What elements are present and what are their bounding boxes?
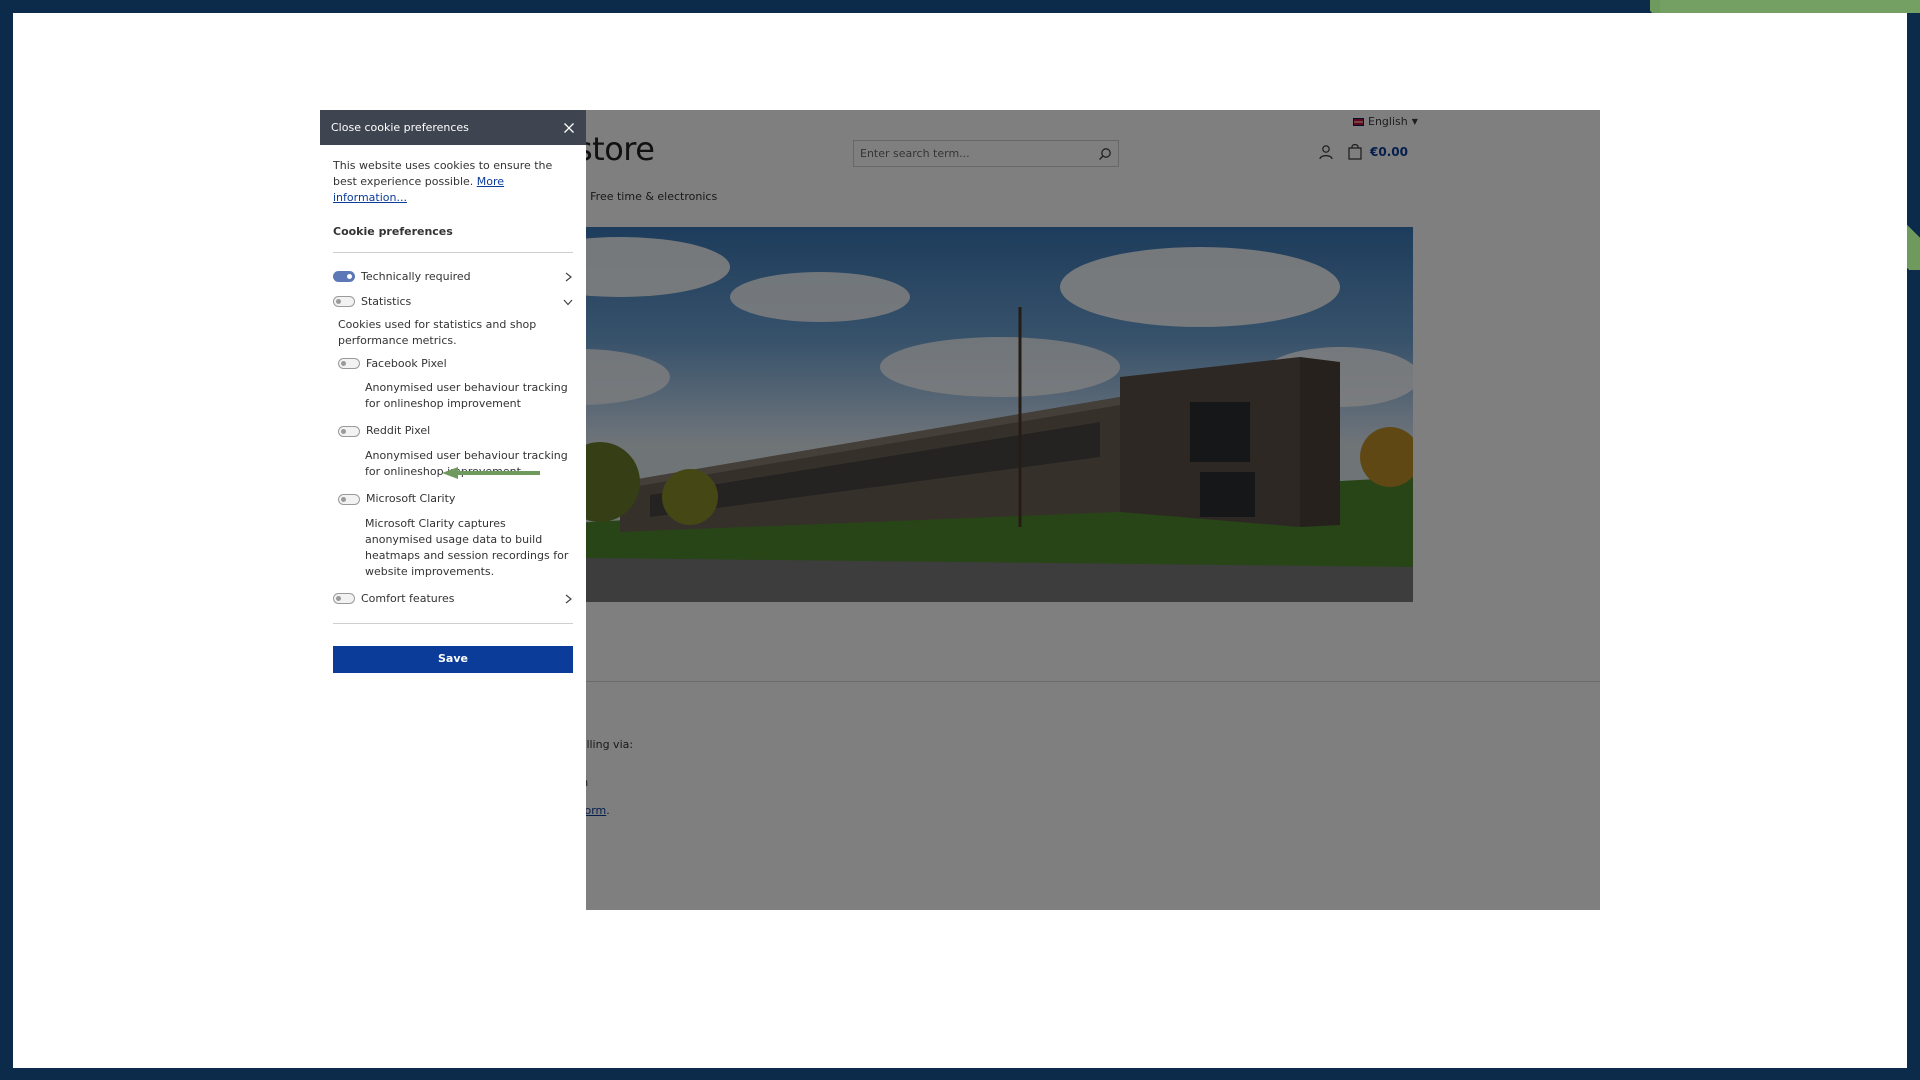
save-button[interactable]: Save: [333, 645, 573, 673]
cookie-item-label: Reddit Pixel: [366, 424, 431, 438]
technically-required-toggle[interactable]: [333, 271, 355, 283]
comfort-features-toggle[interactable]: [333, 593, 355, 605]
facebook-pixel-toggle[interactable]: [338, 357, 360, 369]
cookie-panel-title: Close cookie preferences: [331, 121, 469, 134]
cookie-item-description: Microsoft Clarity captures anonymised us…: [365, 517, 569, 578]
cookie-group-label: Comfort features: [361, 591, 455, 605]
frame-top-accent: [1660, 0, 1920, 13]
cookie-group-technically-required[interactable]: Technically required: [333, 269, 573, 285]
statistics-description: Cookies used for statistics and shop per…: [338, 317, 537, 347]
cookie-panel-header[interactable]: Close cookie preferences: [320, 110, 586, 145]
cookie-group-statistics[interactable]: Statistics: [333, 294, 573, 310]
microsoft-clarity-toggle[interactable]: [338, 493, 360, 505]
cookie-group-comfort-features[interactable]: Comfort features: [333, 591, 573, 607]
cookie-preferences-panel: Close cookie preferences This website us…: [320, 110, 586, 910]
cookie-item-facebook-pixel[interactable]: Facebook Pixel: [338, 356, 573, 372]
cookie-panel-body: This website uses cookies to ensure the …: [320, 145, 586, 686]
cookie-item-label: Microsoft Clarity: [366, 492, 456, 506]
chevron-right-icon[interactable]: [563, 272, 573, 282]
cookie-item-description: Anonymised user behaviour tracking for o…: [365, 381, 568, 411]
cookie-group-label: Statistics: [361, 294, 412, 308]
cookie-intro-text: This website uses cookies to ensure the …: [333, 159, 553, 188]
chevron-down-icon[interactable]: [563, 297, 573, 307]
statistics-toggle[interactable]: [333, 296, 355, 308]
cookie-item-reddit-pixel[interactable]: Reddit Pixel: [338, 423, 573, 439]
reddit-pixel-toggle[interactable]: [338, 425, 360, 437]
cookie-preferences-heading: Cookie preferences: [333, 224, 573, 253]
annotation-arrow-icon: [442, 467, 540, 479]
cookie-item-label: Facebook Pixel: [366, 356, 447, 370]
panel-divider: [333, 622, 573, 624]
close-icon[interactable]: [563, 122, 575, 134]
cookie-item-microsoft-clarity[interactable]: Microsoft Clarity: [338, 491, 573, 507]
cookie-intro: This website uses cookies to ensure the …: [333, 158, 573, 206]
chevron-right-icon[interactable]: [563, 594, 573, 604]
cookie-group-label: Technically required: [361, 269, 471, 283]
